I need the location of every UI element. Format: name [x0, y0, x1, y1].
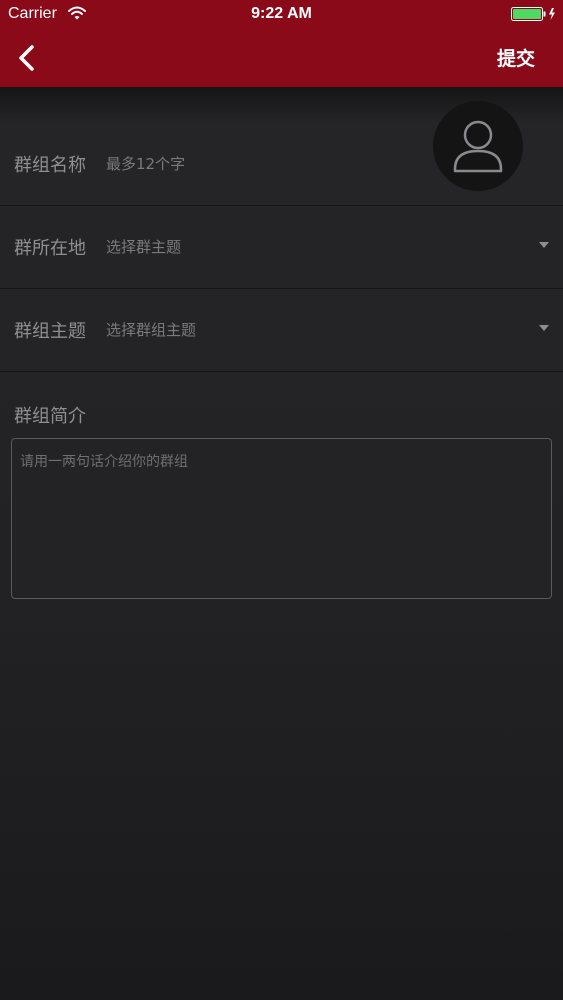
dropdown-arrow-icon[interactable]: [539, 242, 549, 248]
intro-textarea[interactable]: 请用一两句话介绍你的群组: [11, 438, 552, 599]
theme-select[interactable]: 选择群组主题: [106, 319, 196, 340]
submit-button[interactable]: 提交: [497, 44, 535, 71]
user-icon: [453, 120, 503, 173]
header: Carrier 9:22 AM 提交: [0, 0, 563, 87]
avatar-upload-button[interactable]: [433, 101, 523, 191]
chevron-left-icon: [19, 45, 34, 71]
back-button[interactable]: [10, 38, 46, 78]
theme-row[interactable]: 群组主题 选择群组主题: [0, 289, 563, 372]
intro-placeholder: 请用一两句话介绍你的群组: [20, 454, 188, 470]
theme-label: 群组主题: [14, 321, 86, 342]
status-time: 9:22 AM: [251, 5, 312, 22]
intro-label: 群组简介: [14, 406, 86, 427]
location-row[interactable]: 群所在地 选择群主题: [0, 206, 563, 289]
battery-icon: [511, 7, 555, 21]
screen: Carrier 9:22 AM 提交 群组名称 最多12个字 群所在地 选择群主…: [0, 0, 563, 1000]
status-bar: Carrier 9:22 AM: [0, 0, 563, 28]
dropdown-arrow-icon[interactable]: [539, 325, 549, 331]
group-name-input[interactable]: 最多12个字: [106, 153, 185, 174]
nav-bar: 提交: [0, 28, 563, 87]
location-select[interactable]: 选择群主题: [106, 236, 181, 257]
group-name-label: 群组名称: [14, 155, 86, 176]
location-label: 群所在地: [14, 238, 86, 259]
